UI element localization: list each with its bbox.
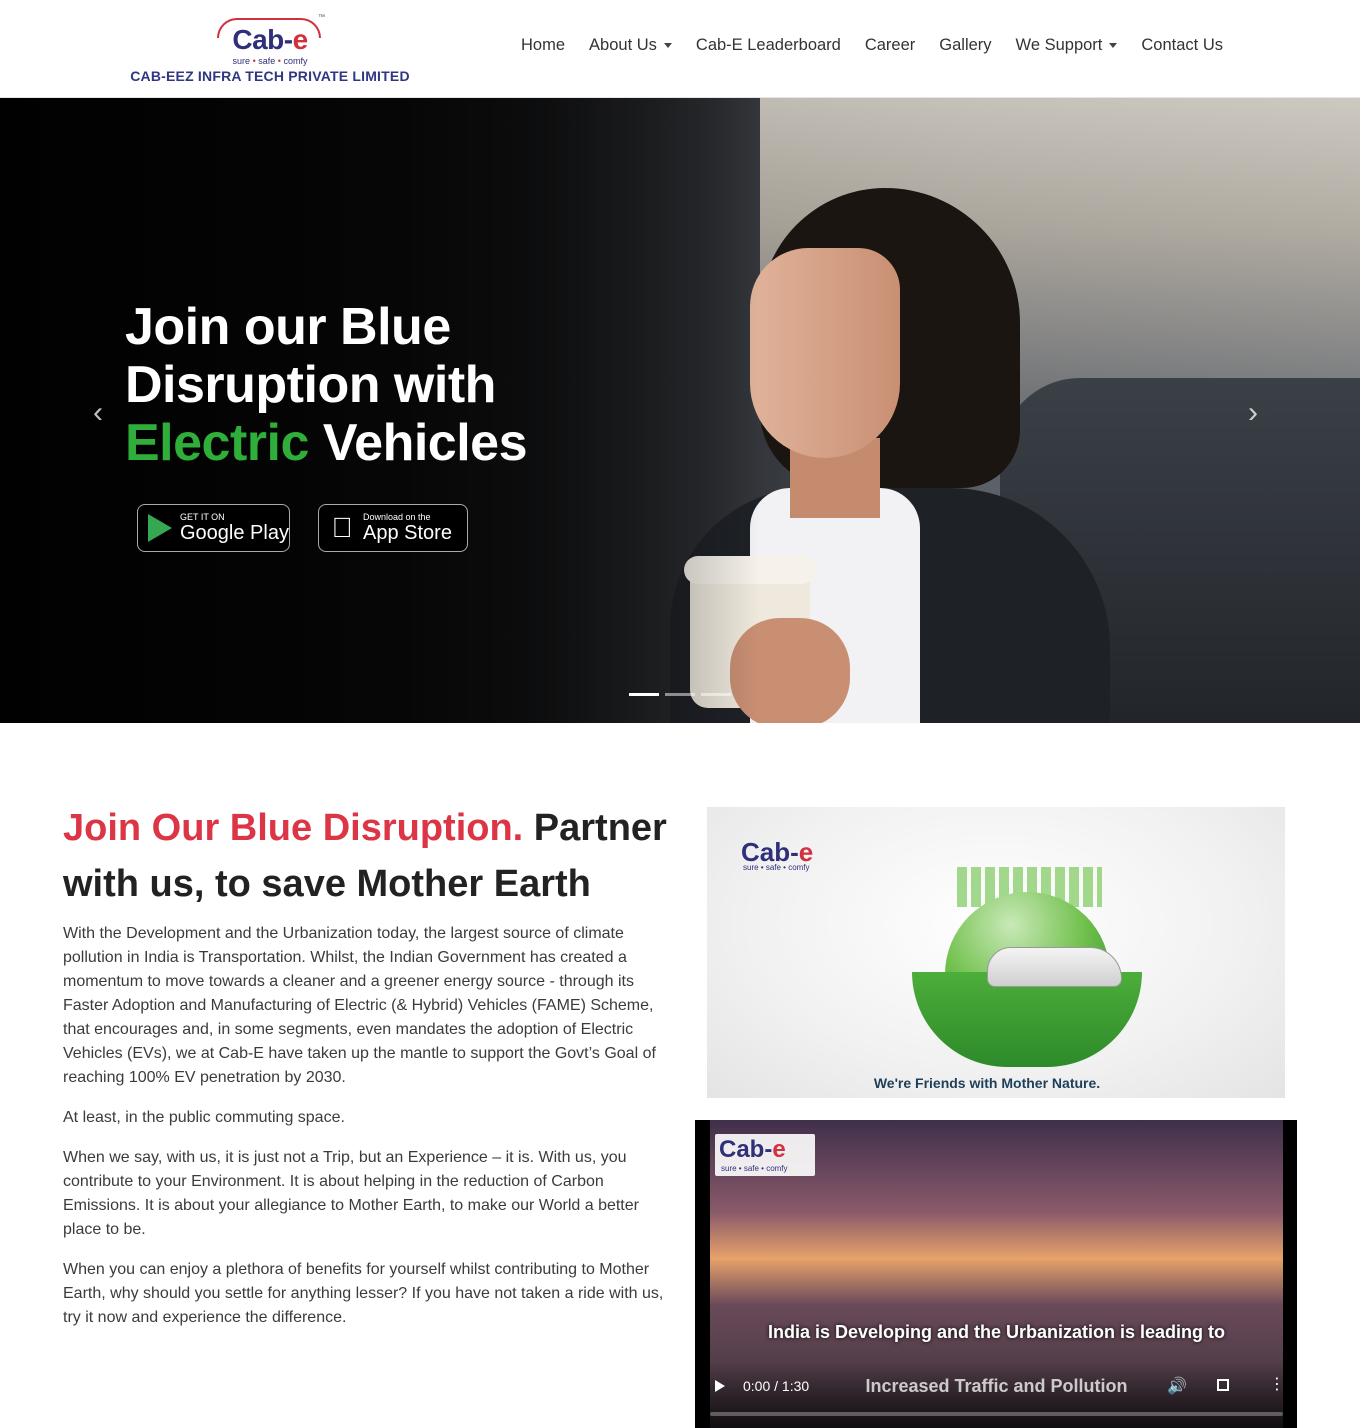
hero-headline: Join our Blue Disruption with Electric V…	[125, 298, 528, 472]
main-nav: Home About Us Cab-E Leaderboard Career G…	[521, 36, 1223, 55]
logo-tagline: sure • safe • comfy	[232, 56, 308, 66]
video-time: 0:00 / 1:30	[743, 1378, 810, 1394]
video-controls: Increased Traffic and Pollution 0:00 / 1…	[695, 1360, 1297, 1428]
carousel-indicator[interactable]	[665, 693, 695, 696]
play-icon[interactable]	[715, 1380, 725, 1392]
google-play-icon	[148, 514, 172, 542]
carousel-indicator[interactable]	[629, 693, 659, 696]
dropdown-caret-icon	[1109, 43, 1118, 48]
cab-e-logo: Cab-e ™ sure • safe • comfy	[215, 14, 325, 66]
logo-tagline: sure • safe • comfy	[743, 863, 810, 872]
carousel-next-icon[interactable]: ›	[1248, 396, 1258, 430]
section-body: With the Development and the Urbanizatio…	[63, 922, 669, 1346]
carousel-indicator[interactable]	[701, 693, 731, 696]
video-logo: Cab-e sure • safe • comfy	[715, 1134, 815, 1176]
hero-carousel: Join our Blue Disruption with Electric V…	[0, 98, 1360, 723]
nav-career[interactable]: Career	[865, 36, 915, 55]
navbar: Cab-e ™ sure • safe • comfy CAB-EEZ INFR…	[0, 0, 1360, 98]
carousel-indicators	[629, 693, 731, 696]
nav-about-us[interactable]: About Us	[589, 36, 672, 55]
video-progress-bar[interactable]	[710, 1412, 1283, 1416]
trademark-symbol: ™	[318, 14, 325, 21]
more-options-icon[interactable]: ⋮	[1269, 1374, 1285, 1394]
section-title: Join Our Blue Disruption. Partner with u…	[63, 807, 667, 905]
brand-logo[interactable]: Cab-e ™ sure • safe • comfy CAB-EEZ INFR…	[120, 10, 420, 90]
paragraph: At least, in the public commuting space.	[63, 1109, 345, 1126]
app-store-button[interactable]:  Download on the App Store	[318, 504, 468, 552]
nav-leaderboard[interactable]: Cab-E Leaderboard	[696, 36, 841, 55]
paragraph: With the Development and the Urbanizatio…	[63, 925, 656, 1086]
nav-gallery[interactable]: Gallery	[939, 36, 991, 55]
paragraph: When we say, with us, it is just not a T…	[63, 1149, 639, 1238]
logo-wordmark: Cab-e	[232, 24, 308, 55]
google-play-button[interactable]: GET IT ON Google Play	[137, 504, 290, 552]
apple-icon: 	[329, 514, 355, 542]
paragraph: When you can enjoy a plethora of benefit…	[63, 1261, 664, 1326]
nav-we-support[interactable]: We Support	[1016, 36, 1118, 55]
electric-car-icon	[987, 947, 1122, 987]
mother-nature-image: Cab-e sure • safe • comfy We're Friends …	[707, 807, 1285, 1098]
video-subtitle: India is Developing and the Urbanization…	[767, 1322, 1226, 1342]
fullscreen-icon[interactable]	[1217, 1379, 1229, 1391]
dropdown-caret-icon	[663, 43, 672, 48]
carousel-prev-icon[interactable]: ‹	[93, 396, 103, 430]
nav-contact-us[interactable]: Contact Us	[1141, 36, 1223, 55]
volume-icon[interactable]: 🔊	[1167, 1376, 1187, 1396]
image-caption: We're Friends with Mother Nature.	[873, 1075, 1101, 1091]
nav-home[interactable]: Home	[521, 36, 565, 55]
company-name: CAB-EEZ INFRA TECH PRIVATE LIMITED	[130, 68, 410, 84]
promo-video-player[interactable]: Cab-e sure • safe • comfy India is Devel…	[695, 1120, 1297, 1428]
